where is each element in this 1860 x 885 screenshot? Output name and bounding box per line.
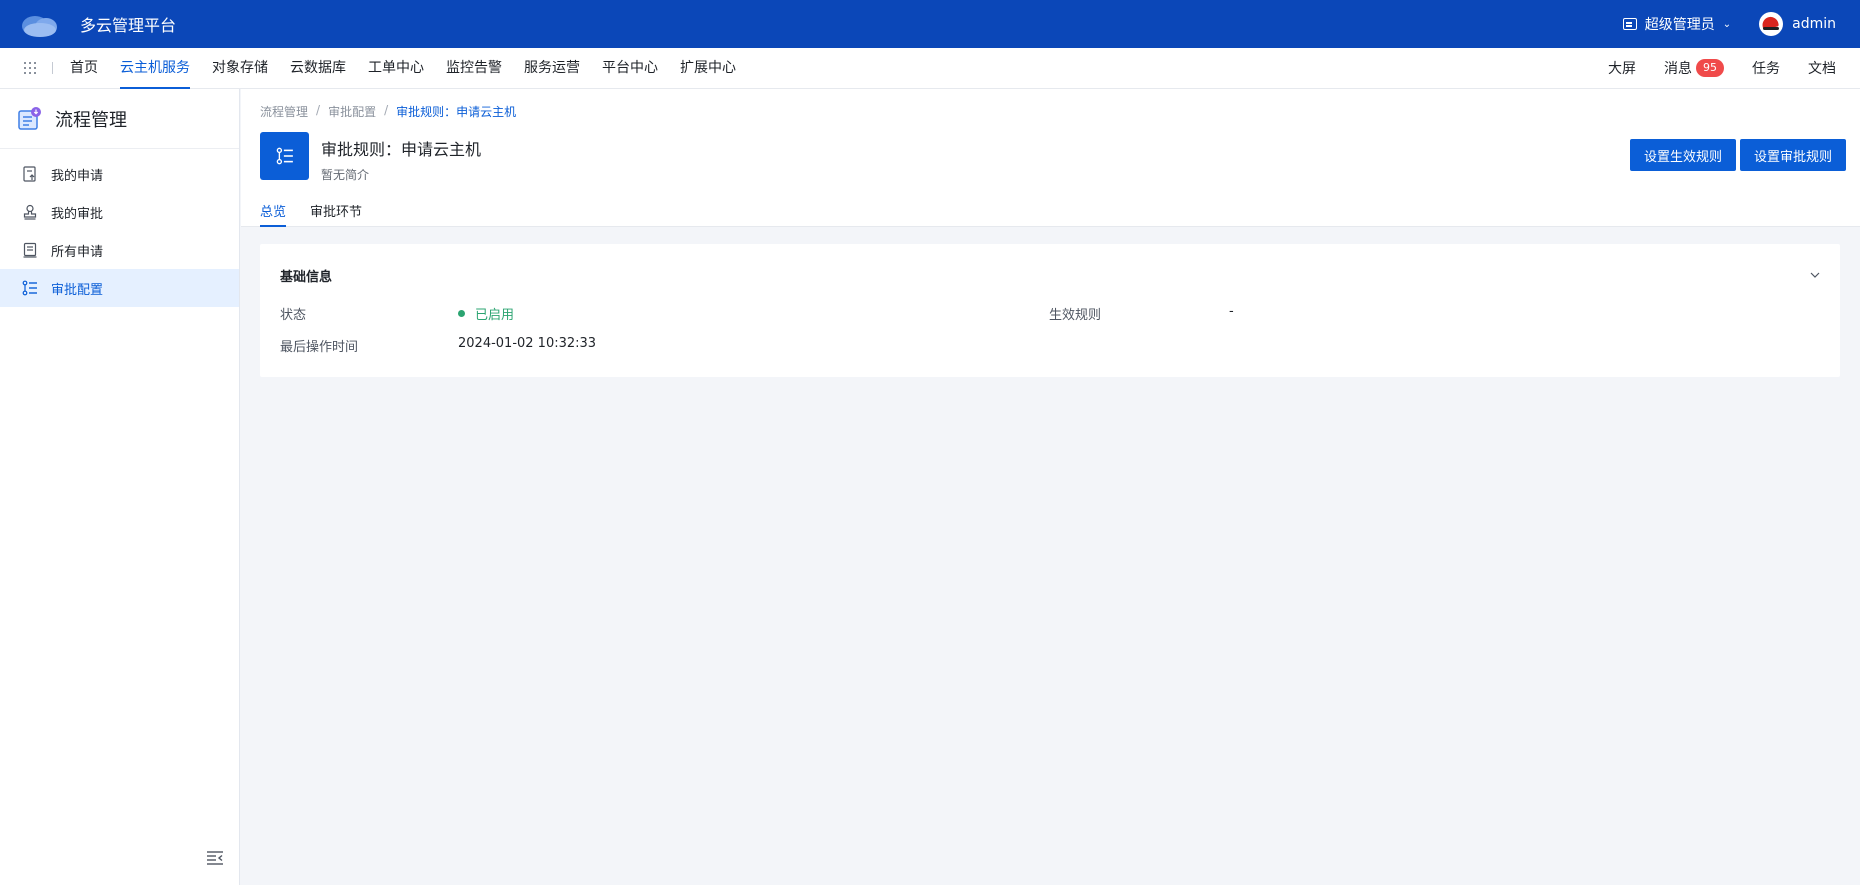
page-description: 暂无简介 <box>321 168 370 182</box>
chevron-down-icon: ⌄ <box>1722 18 1732 30</box>
sidebar-title: 流程管理 <box>55 109 127 131</box>
sidebar: 流程管理 我的申请 我的审批 所有申请 审批配置 <box>0 89 240 885</box>
basic-info-card: 基础信息 状态 已启用 生效规则 - 最后操作时间 2024-01-02 10:… <box>260 244 1840 377</box>
tab-overview[interactable]: 总览 <box>260 201 287 227</box>
workflow-icon <box>17 106 43 132</box>
sidebar-item-label: 我的审批 <box>51 206 104 222</box>
sidebar-item-label: 所有申请 <box>51 244 104 260</box>
docs-link[interactable]: 文档 <box>1808 58 1836 78</box>
app-grid-icon[interactable] <box>24 62 36 74</box>
breadcrumb-separator: / <box>316 103 321 117</box>
breadcrumb-separator: / <box>384 103 389 117</box>
role-switcher[interactable]: 超级管理员 ⌄ <box>1622 14 1732 34</box>
all-requests-icon <box>22 242 38 258</box>
main-nav: 首页 云主机服务 对象存储 云数据库 工单中心 监控告警 服务运营 平台中心 扩… <box>0 48 1860 89</box>
avatar <box>1759 12 1784 36</box>
sidebar-item-my-approvals[interactable]: 我的审批 <box>0 193 239 231</box>
sidebar-item-label: 审批配置 <box>51 282 104 298</box>
cloud-logo-icon[interactable] <box>20 10 60 38</box>
nav-item-extension-center[interactable]: 扩展中心 <box>680 48 736 89</box>
sidebar-item-my-requests[interactable]: 我的申请 <box>0 155 239 193</box>
app-title: 多云管理平台 <box>80 16 177 35</box>
nav-item-home[interactable]: 首页 <box>70 48 98 89</box>
page-header: 流程管理 / 审批配置 / 审批规则：申请云主机 审批规则：申请云主机 暂无简介… <box>241 89 1860 227</box>
my-request-icon <box>22 166 38 182</box>
big-screen-link[interactable]: 大屏 <box>1608 58 1636 78</box>
nav-divider <box>52 62 53 74</box>
breadcrumb-current: 审批规则：申请云主机 <box>396 105 517 119</box>
nav-item-service-ops[interactable]: 服务运营 <box>524 48 580 89</box>
nav-item-cloud-host[interactable]: 云主机服务 <box>120 48 190 89</box>
breadcrumb-item[interactable]: 审批配置 <box>328 103 376 120</box>
set-approval-rule-button[interactable]: 设置审批规则 <box>1739 139 1846 171</box>
nav-item-platform-center[interactable]: 平台中心 <box>602 48 658 89</box>
list-config-icon <box>22 280 38 296</box>
effective-rule-label: 生效规则 <box>1049 308 1102 323</box>
page-tabs: 总览 审批环节 <box>260 201 386 227</box>
set-effective-rule-button[interactable]: 设置生效规则 <box>1629 139 1736 171</box>
nav-item-cloud-database[interactable]: 云数据库 <box>290 48 346 89</box>
id-card-icon <box>1622 18 1637 30</box>
status-label: 状态 <box>280 308 307 323</box>
nav-item-ticket-center[interactable]: 工单中心 <box>368 48 424 89</box>
last-operation-time-label: 最后操作时间 <box>280 340 359 355</box>
sidebar-item-approval-config[interactable]: 审批配置 <box>0 269 239 307</box>
collapse-sidebar-icon[interactable] <box>207 851 223 865</box>
user-menu[interactable]: admin <box>1759 12 1836 36</box>
status-value: 已启用 <box>458 304 514 323</box>
tasks-link[interactable]: 任务 <box>1752 58 1780 78</box>
breadcrumb: 流程管理 / 审批配置 / 审批规则：申请云主机 <box>260 103 516 120</box>
breadcrumb-item[interactable]: 流程管理 <box>260 103 308 120</box>
message-count-badge: 95 <box>1696 59 1724 77</box>
status-dot-icon <box>458 310 465 317</box>
nav-item-object-storage[interactable]: 对象存储 <box>212 48 268 89</box>
page-title: 审批规则：申请云主机 <box>321 140 482 159</box>
stamp-icon <box>22 204 38 220</box>
approval-rule-icon <box>260 132 309 180</box>
status-text: 已启用 <box>475 308 515 323</box>
top-bar: 多云管理平台 超级管理员 ⌄ admin <box>0 0 1860 48</box>
last-operation-time-value: 2024-01-02 10:32:33 <box>458 336 597 351</box>
nav-item-monitoring[interactable]: 监控告警 <box>446 48 502 89</box>
sidebar-item-all-requests[interactable]: 所有申请 <box>0 231 239 269</box>
username: admin <box>1792 16 1836 32</box>
messages-link[interactable]: 消息 95 <box>1664 58 1724 78</box>
card-title: 基础信息 <box>280 270 333 285</box>
sidebar-header: 流程管理 <box>0 89 239 149</box>
messages-label: 消息 <box>1664 61 1692 77</box>
sidebar-item-label: 我的申请 <box>51 168 104 184</box>
tab-approval-steps[interactable]: 审批环节 <box>310 201 362 227</box>
role-label: 超级管理员 <box>1644 17 1715 33</box>
effective-rule-value: - <box>1229 304 1234 319</box>
chevron-down-icon[interactable] <box>1810 268 1820 278</box>
